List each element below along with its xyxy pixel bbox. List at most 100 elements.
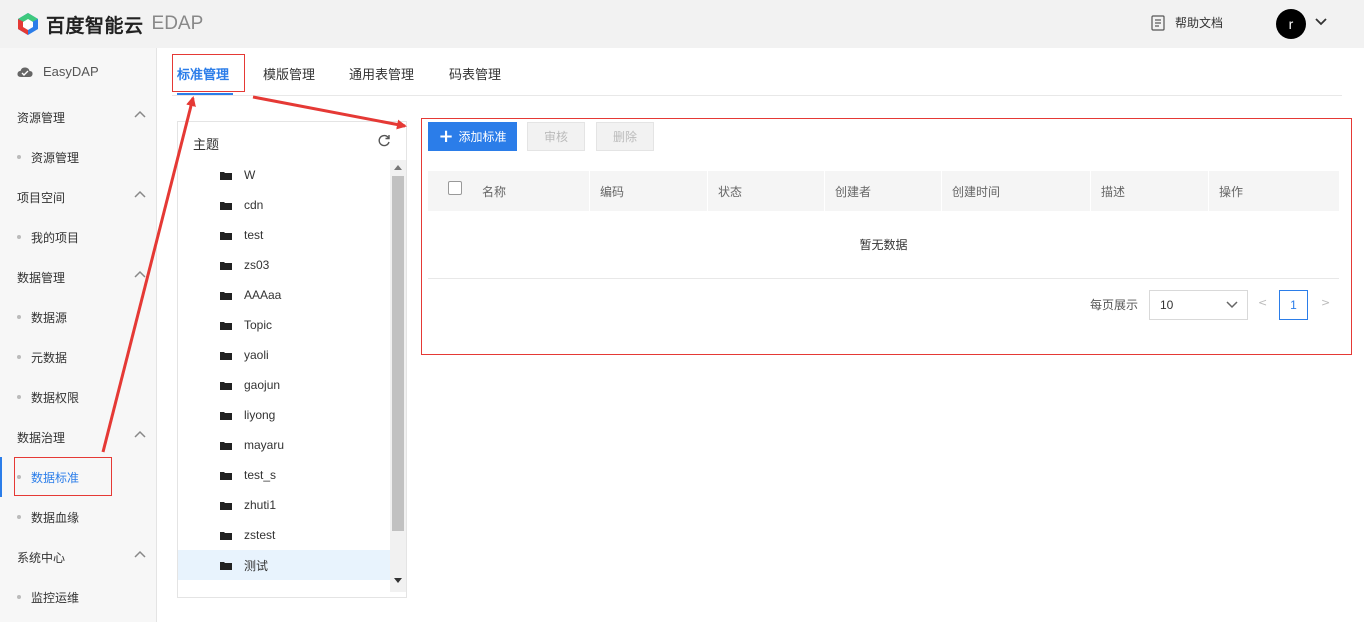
chevron-down-icon[interactable] — [1315, 17, 1327, 27]
sidebar-item-data-source[interactable]: 数据源 — [0, 297, 156, 337]
table-header: 名称 编码 状态 创建者 创建时间 描述 操作 — [428, 171, 1339, 211]
document-icon — [1151, 14, 1165, 31]
tree-item-label: gaojun — [244, 378, 281, 392]
add-standard-button[interactable]: + 添加标准 — [428, 122, 517, 151]
tree-item-label: yaoli — [244, 348, 269, 362]
bullet-dot — [17, 395, 21, 399]
tree-item-label: zstest — [244, 528, 276, 542]
sidebar-item-monitoring[interactable]: 监控运维 — [0, 577, 156, 617]
folder-icon — [220, 412, 232, 420]
sidebar-group-data-governance[interactable]: 数据治理 — [0, 417, 156, 457]
tree-item[interactable]: zhuti1 — [178, 490, 390, 520]
active-indicator — [0, 457, 2, 497]
sidebar-item-label: 监控运维 — [31, 590, 80, 605]
logo[interactable]: 百度智能云 EDAP — [16, 10, 203, 38]
topic-tree-panel: 主题 Wcdn test zs03 AAAaa Topic yaoli gaojun liyo… — [177, 121, 407, 598]
folder-icon — [220, 382, 232, 390]
sidebar-group-project[interactable]: 项目空间 — [0, 177, 156, 217]
sidebar-group-label: 数据管理 — [17, 270, 66, 285]
tree-item[interactable]: cdn — [178, 190, 390, 220]
sidebar-group-label: 系统中心 — [17, 550, 66, 565]
sidebar-item-resource[interactable]: 资源管理 — [0, 137, 156, 177]
chevron-down-icon — [1226, 301, 1238, 309]
sidebar-group-resource[interactable]: 资源管理 — [0, 97, 156, 137]
help-docs-link[interactable]: 帮助文档 — [1151, 14, 1223, 31]
folder-icon — [220, 502, 232, 510]
column-header-created-time: 创建时间 — [952, 184, 1001, 199]
tree-item[interactable]: AAAaa — [178, 280, 390, 310]
tab-template-management[interactable]: 模版管理 — [263, 64, 315, 83]
sidebar-item-data-permission[interactable]: 数据权限 — [0, 377, 156, 417]
tree-item[interactable]: zs03 — [178, 250, 390, 280]
sidebar-item-my-projects[interactable]: 我的项目 — [0, 217, 156, 257]
select-all-checkbox[interactable] — [448, 181, 462, 195]
product-name: EDAP — [151, 13, 204, 34]
sidebar-group-data-management[interactable]: 数据管理 — [0, 257, 156, 297]
page-size-select[interactable]: 10 — [1149, 290, 1248, 320]
tree-item-label: mayaru — [244, 438, 285, 452]
baidu-cloud-logo-icon — [16, 12, 40, 36]
chevron-up-icon — [134, 190, 146, 198]
tab-common-table-management[interactable]: 通用表管理 — [349, 64, 414, 83]
tree-item[interactable]: gaojun — [178, 370, 390, 400]
bullet-dot — [17, 155, 21, 159]
chevron-up-icon — [134, 430, 146, 438]
scroll-down-icon[interactable] — [394, 578, 402, 584]
help-docs-label: 帮助文档 — [1175, 16, 1224, 30]
tree-item[interactable]: Topic — [178, 310, 390, 340]
prev-page-button[interactable]: < — [1258, 296, 1267, 309]
sidebar-item-data-lineage[interactable]: 数据血缘 — [0, 497, 156, 537]
column-header-name: 名称 — [482, 184, 507, 199]
sidebar-group-label: 资源管理 — [17, 110, 66, 125]
folder-icon — [220, 232, 232, 240]
tree-item[interactable]: mayaru — [178, 430, 390, 460]
folder-icon — [220, 472, 232, 480]
bullet-dot — [17, 355, 21, 359]
sidebar-brand[interactable]: EasyDAP — [17, 64, 99, 79]
chevron-up-icon — [134, 550, 146, 558]
tree-item-label: AAAaa — [244, 288, 282, 302]
tree-item[interactable]: 测试 — [178, 550, 390, 580]
folder-icon — [220, 442, 232, 450]
avatar[interactable]: r — [1276, 9, 1306, 39]
tree-item[interactable]: yaoli — [178, 340, 390, 370]
column-header-description: 描述 — [1101, 184, 1126, 199]
page-number-button[interactable]: 1 — [1279, 290, 1308, 320]
tree-list: Wcdn test zs03 AAAaa Topic yaoli gaojun liyong m… — [178, 160, 390, 592]
active-tab-underline — [177, 93, 233, 95]
plus-icon: + — [438, 125, 454, 147]
tree-item[interactable]: zstest — [178, 520, 390, 550]
column-header-creator: 创建者 — [835, 184, 872, 199]
sidebar-item-label: 资源管理 — [31, 150, 80, 165]
scroll-up-icon[interactable] — [394, 164, 402, 170]
tree-scrollbar[interactable] — [390, 160, 406, 592]
tree-item-label: zs03 — [244, 258, 270, 272]
folder-icon — [220, 292, 232, 300]
scrollbar-thumb[interactable] — [392, 176, 404, 531]
column-header-code: 编码 — [600, 184, 625, 199]
sidebar-item-label: 数据权限 — [31, 390, 80, 405]
next-page-button[interactable]: > — [1321, 296, 1330, 309]
folder-icon — [220, 172, 232, 180]
chevron-up-icon — [134, 270, 146, 278]
sidebar-group-system[interactable]: 系统中心 — [0, 537, 156, 577]
tree-item-label: cdn — [244, 198, 264, 212]
delete-button[interactable]: 删除 — [596, 122, 654, 151]
tab-code-table-management[interactable]: 码表管理 — [449, 64, 501, 83]
tree-title: 主题 — [193, 138, 220, 153]
tree-item-label: 测试 — [244, 558, 269, 573]
refresh-icon[interactable] — [377, 134, 391, 148]
sidebar-group-label: 项目空间 — [17, 190, 66, 205]
page-size-value: 10 — [1160, 298, 1174, 312]
folder-icon — [220, 322, 232, 330]
tree-item[interactable]: test — [178, 220, 390, 250]
tree-item[interactable]: W — [178, 160, 390, 190]
standard-list-panel: + 添加标准 审核 删除 名称 编码 状态 创建者 创建时间 描述 操作 暂无数… — [421, 118, 1352, 355]
tree-item[interactable]: test_s — [178, 460, 390, 490]
tree-item[interactable]: liyong — [178, 400, 390, 430]
review-button[interactable]: 审核 — [527, 122, 585, 151]
logo-text: 百度智能云 — [46, 14, 144, 37]
top-bar: 百度智能云 EDAP 帮助文档 r — [0, 0, 1364, 48]
column-header-status: 状态 — [718, 184, 743, 199]
sidebar-item-metadata[interactable]: 元数据 — [0, 337, 156, 377]
